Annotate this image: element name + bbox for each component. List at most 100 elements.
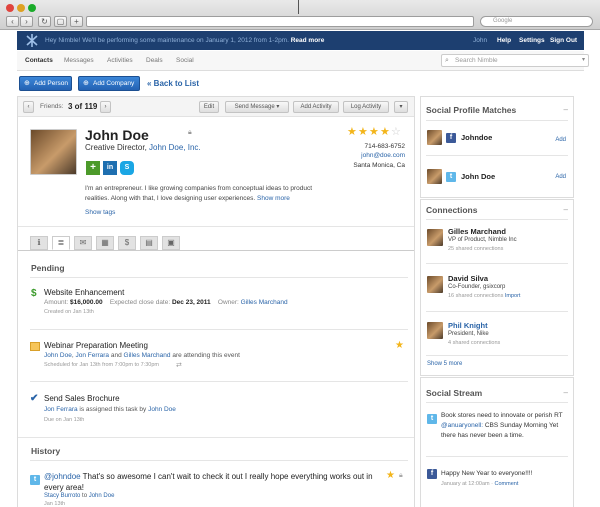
comment-link[interactable]: Comment — [495, 481, 519, 487]
import-link[interactable]: Import — [505, 293, 521, 299]
tab-deals[interactable]: Deals — [146, 57, 163, 64]
assigner-link[interactable]: John Doe — [148, 406, 176, 413]
zoom-window-button[interactable] — [28, 4, 36, 12]
sign-out-link[interactable]: Sign Out — [550, 37, 577, 44]
history-to-link[interactable]: John Doe — [89, 493, 115, 499]
assignee-link[interactable]: Jon Ferrara — [44, 406, 78, 413]
prev-contact-button[interactable]: ‹ — [23, 101, 34, 113]
stream-meta-row: January at 12:00am · Comment — [441, 481, 518, 487]
reload-button[interactable]: ↻ — [38, 16, 51, 27]
add-person-label: Add Person — [34, 80, 68, 87]
add-company-button[interactable]: ⊕ Add Company — [78, 76, 140, 91]
divider — [426, 456, 568, 457]
bookmark-button[interactable]: ▢ — [54, 16, 67, 27]
tab-social[interactable]: Social — [176, 57, 194, 64]
attendee-link[interactable]: Jon Ferrara — [75, 352, 109, 359]
rating-stars[interactable]: ★ ★ ★ ★ ☆ — [347, 127, 407, 139]
url-bar[interactable] — [86, 16, 474, 27]
browser-search-field[interactable]: Google — [480, 16, 593, 27]
pending-item-title[interactable]: Webinar Preparation Meeting — [44, 341, 148, 350]
user-link[interactable]: John — [473, 37, 487, 44]
add-person-button[interactable]: ⊕ Add Person — [19, 76, 72, 91]
more-actions-button[interactable]: ▾ — [394, 101, 408, 113]
pending-heading: Pending — [31, 263, 65, 273]
add-social-match-link[interactable]: Add — [555, 174, 566, 180]
settings-link[interactable]: Settings — [519, 37, 545, 44]
back-button[interactable]: ‹ — [6, 16, 19, 27]
star-icon-4[interactable]: ★ — [380, 127, 390, 138]
new-tab-button[interactable]: + — [70, 16, 83, 27]
nimble-logo-icon[interactable] — [25, 34, 39, 47]
tab-mail-icon[interactable]: ✉ — [74, 236, 92, 250]
owner-link[interactable]: Gilles Marchand — [241, 299, 288, 306]
tab-activities[interactable]: Activities — [107, 57, 133, 64]
next-contact-button[interactable]: › — [100, 101, 111, 113]
help-link[interactable]: Help — [497, 37, 511, 44]
star-icon-3[interactable]: ★ — [369, 127, 379, 138]
lock-icon: 🔒︎ — [188, 129, 192, 136]
divider — [426, 402, 568, 403]
show-more-link[interactable]: Show more — [257, 195, 290, 202]
linkedin-icon[interactable]: in — [103, 161, 117, 175]
star-icon[interactable]: ★ — [386, 470, 395, 481]
star-icon-5[interactable]: ☆ — [391, 127, 401, 138]
pending-item-title[interactable]: Send Sales Brochure — [44, 394, 120, 403]
history-handle-link[interactable]: @johndoe — [44, 472, 81, 481]
tab-contacts[interactable]: Contacts — [25, 57, 53, 64]
divider — [426, 155, 568, 156]
connection-role: President, Nike — [448, 331, 489, 337]
connections-heading: Connections — [426, 205, 478, 215]
connection-name[interactable]: Phil Knight — [448, 321, 488, 330]
add-activity-button[interactable]: Add Activity — [293, 101, 339, 113]
skype-icon[interactable]: S — [120, 161, 134, 175]
add-person-icon: ⊕ — [24, 80, 30, 87]
tab-info-icon[interactable]: ℹ — [30, 236, 48, 250]
attendee-link[interactable]: John Doe — [44, 352, 72, 359]
minimize-window-button[interactable] — [17, 4, 25, 12]
edit-button[interactable]: Edit — [199, 101, 219, 113]
twitter-icon: t — [446, 172, 456, 182]
tab-messages[interactable]: Messages — [64, 57, 94, 64]
owner-label: Owner: — [217, 299, 239, 306]
connection-name[interactable]: David Silva — [448, 274, 488, 283]
avatar — [427, 130, 442, 145]
add-activity-label: Add Activity — [300, 104, 332, 110]
pending-item-title[interactable]: Website Enhancement — [44, 288, 124, 297]
tab-deals-icon[interactable]: $ — [118, 236, 136, 250]
add-social-match-link[interactable]: Add — [555, 137, 566, 143]
star-icon-1[interactable]: ★ — [347, 127, 357, 138]
tab-calendar-icon[interactable]: ▦ — [96, 236, 114, 250]
tab-notes-icon[interactable]: ▤ — [140, 236, 158, 250]
collapse-icon[interactable]: – — [564, 205, 568, 214]
history-from-link[interactable]: Stacy Burroto — [44, 493, 80, 499]
log-activity-button[interactable]: Log Activity — [343, 101, 389, 113]
divider — [18, 250, 414, 251]
back-to-list-link[interactable]: « Back to List — [147, 79, 199, 88]
add-profile-icon[interactable]: + — [86, 161, 100, 175]
contact-company-link[interactable]: John Doe, Inc. — [149, 143, 201, 152]
pending-item-meta: Due on Jan 13th — [44, 417, 85, 423]
contact-role: Creative Director, — [85, 143, 147, 152]
tab-list-icon[interactable]: ≣ — [52, 236, 70, 250]
star-icon[interactable]: ★ — [395, 340, 404, 351]
social-match-name[interactable]: Johndoe — [461, 133, 492, 142]
collapse-icon[interactable]: – — [564, 388, 568, 397]
send-message-button[interactable]: Send Message ▾ — [225, 101, 289, 113]
attendee-link[interactable]: Gilles Marchand — [124, 352, 171, 359]
divider — [426, 311, 568, 312]
star-icon-2[interactable]: ★ — [358, 127, 368, 138]
close-window-button[interactable] — [6, 4, 14, 12]
show-more-connections-link[interactable]: Show 5 more — [427, 361, 462, 367]
stream-handle-link[interactable]: @anuaryonell: — [441, 422, 483, 429]
read-more-link[interactable]: Read more — [291, 37, 325, 44]
contact-email-link[interactable]: john@doe.com — [361, 152, 405, 159]
show-tags-link[interactable]: Show tags — [85, 209, 115, 216]
connection-name[interactable]: Gilles Marchand — [448, 227, 506, 236]
collapse-icon[interactable]: – — [564, 105, 568, 114]
tab-groups-icon[interactable]: ▣ — [162, 236, 180, 250]
edit-label: Edit — [203, 104, 215, 110]
forward-button[interactable]: › — [20, 16, 33, 27]
maintenance-message: Hey Nimble! We'll be performing some mai… — [45, 37, 324, 44]
search-nimble-input[interactable]: ⌕ Search Nimble ▾ — [441, 54, 589, 67]
social-match-name[interactable]: John Doe — [461, 172, 495, 181]
